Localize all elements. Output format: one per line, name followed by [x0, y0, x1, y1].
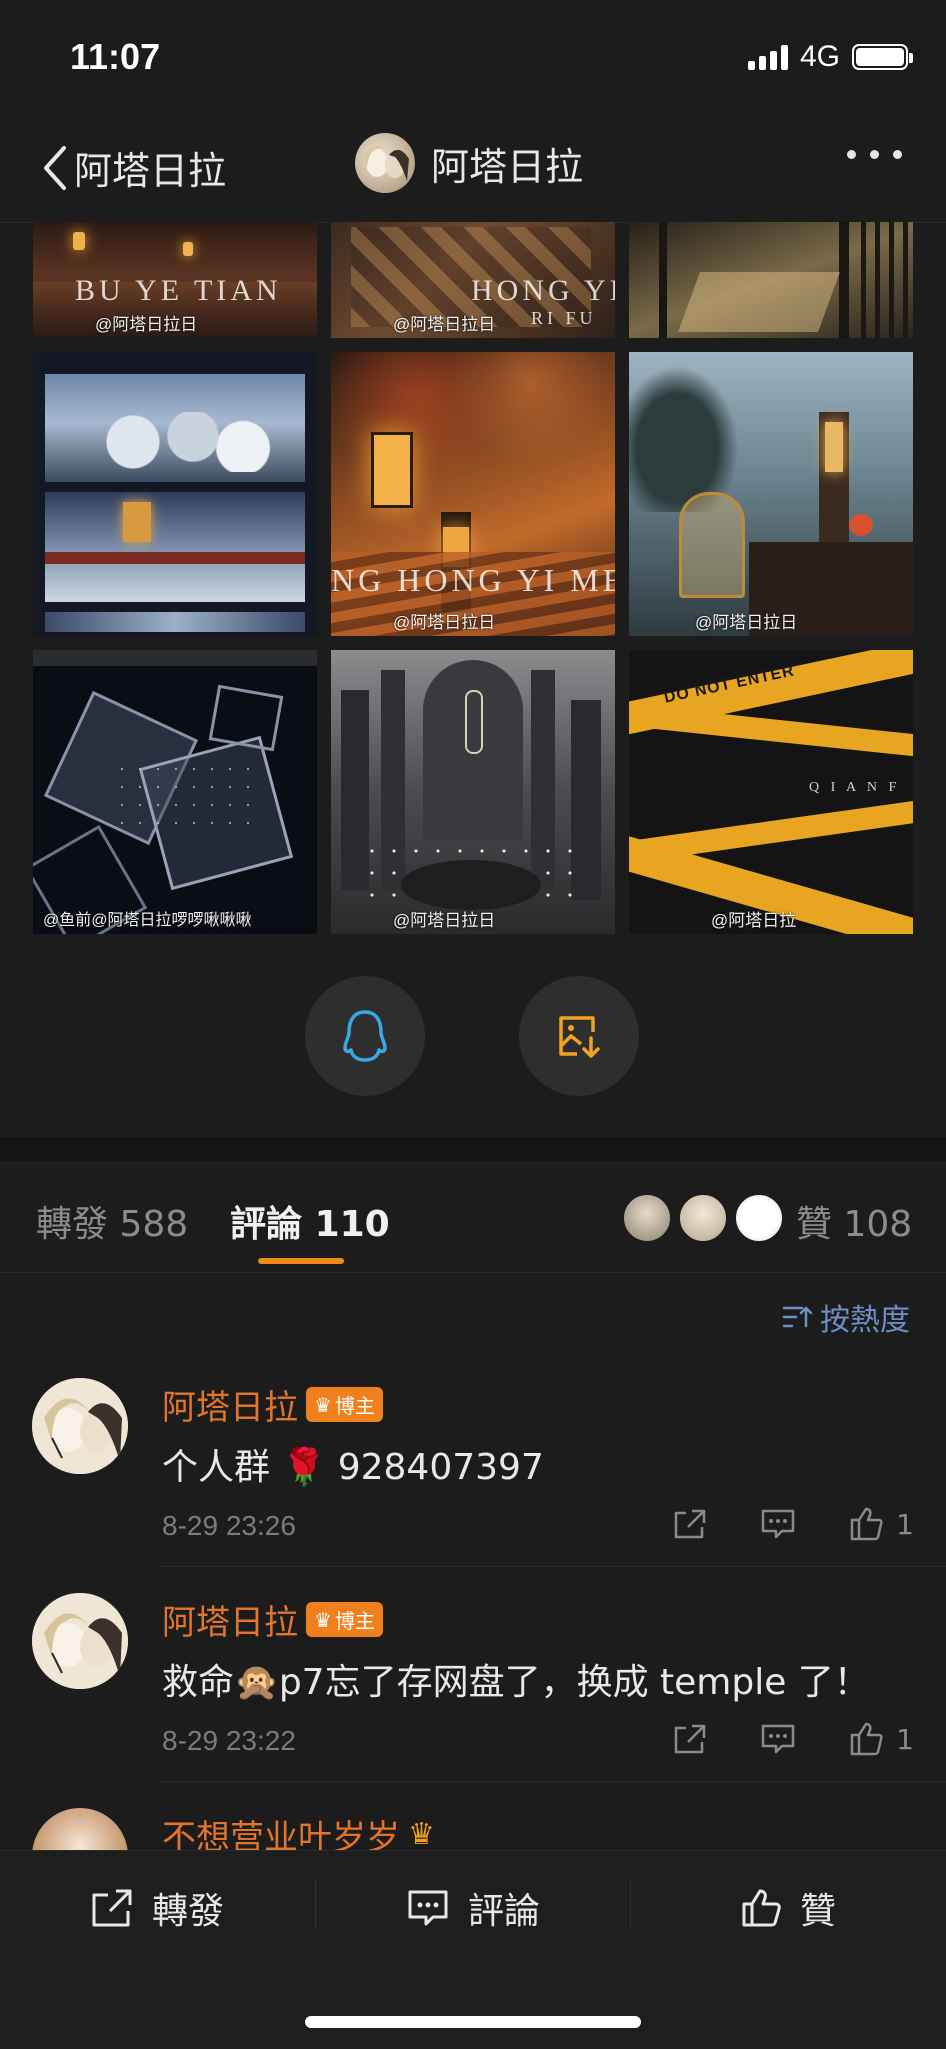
- comment-like-button[interactable]: 1: [848, 1721, 914, 1757]
- tab-label: 贊: [796, 1204, 833, 1245]
- save-image-button[interactable]: [519, 976, 639, 1096]
- owner-badge: ♛ 博主: [306, 1602, 383, 1637]
- crown-icon: ♛: [408, 1817, 435, 1852]
- repost-button[interactable]: 轉發: [90, 1882, 224, 1934]
- gallery-image-8[interactable]: @阿塔日拉日: [331, 650, 615, 934]
- comment-text: 救命🙊p7忘了存网盘了，换成 temple 了！: [162, 1662, 870, 1703]
- gallery-image-5[interactable]: NG HONG YI MEN @阿塔日拉日: [331, 352, 615, 636]
- comment-divider: [162, 1566, 946, 1567]
- gallery-image-3[interactable]: [629, 222, 913, 338]
- battery-icon: [852, 44, 913, 70]
- tabs-divider: [0, 1272, 946, 1273]
- like-count: 1: [896, 1507, 914, 1541]
- back-button[interactable]: 阿塔日拉: [40, 140, 226, 195]
- tab-count: 588: [119, 1204, 189, 1245]
- nav-profile[interactable]: 阿塔日拉: [355, 133, 583, 193]
- thumbs-up-icon: [742, 1889, 781, 1927]
- crown-icon: ♛: [314, 1392, 332, 1417]
- image-overlay-text-2: Q I A N F: [809, 780, 901, 795]
- separator: [630, 1880, 631, 1928]
- tab-comments[interactable]: 評論 110: [230, 1195, 390, 1247]
- status-indicators: 4G: [747, 40, 913, 74]
- more-icon[interactable]: [847, 150, 902, 159]
- thumbs-up-icon: [850, 1722, 883, 1756]
- gallery-image-7[interactable]: @鱼前@阿塔日拉啰啰啾啾啾: [33, 650, 317, 934]
- comment-like-button[interactable]: 1: [848, 1506, 914, 1542]
- tab-active-indicator: [258, 1258, 344, 1264]
- image-watermark: @阿塔日拉: [711, 911, 797, 930]
- tab-reposts[interactable]: 轉發 588: [36, 1195, 188, 1247]
- tab-count: 108: [843, 1204, 913, 1245]
- sort-label: 按熱度: [820, 1303, 910, 1338]
- thumbs-up-icon: [850, 1507, 883, 1541]
- image-watermark: @阿塔日拉日: [95, 315, 198, 334]
- avatar: [734, 1193, 784, 1243]
- gallery-image-1[interactable]: BU YE TIAN @阿塔日拉日: [33, 222, 317, 338]
- tab-likes[interactable]: 贊 108: [796, 1195, 912, 1247]
- badge-label: 博主: [334, 1609, 375, 1633]
- avatar: [678, 1193, 728, 1243]
- crown-icon: ♛: [314, 1607, 332, 1632]
- tab-count: 110: [314, 1204, 390, 1245]
- image-watermark: @阿塔日拉日: [393, 613, 496, 632]
- gallery-image-4[interactable]: [33, 352, 317, 636]
- gallery-image-9[interactable]: DO NOT ENTER Q I A N F @阿塔日拉: [629, 650, 913, 934]
- chevron-left-icon: [44, 145, 66, 190]
- share-icon[interactable]: [672, 1507, 708, 1541]
- signal-icon: [747, 44, 788, 70]
- save-image-icon: [559, 1016, 600, 1058]
- qq-icon: [343, 1010, 387, 1062]
- separator: [315, 1880, 316, 1928]
- like-label: 贊: [800, 1891, 837, 1932]
- avatar: [622, 1193, 672, 1243]
- comment-author[interactable]: 阿塔日拉 ♛ 博主: [162, 1595, 383, 1644]
- share-icon[interactable]: [672, 1722, 708, 1756]
- liker-avatars[interactable]: [622, 1193, 784, 1243]
- image-overlay-text: HONG YE: [471, 274, 615, 307]
- image-watermark: @阿塔日拉日: [393, 315, 496, 334]
- share-qq-button[interactable]: [305, 976, 425, 1096]
- comment-text: 个人群 🌹 928407397: [162, 1447, 544, 1488]
- back-label: 阿塔日拉: [74, 149, 227, 193]
- image-overlay-text: NG HONG YI MEN: [331, 562, 615, 598]
- status-time: 11:07: [70, 36, 161, 77]
- comment-actions: 1: [672, 1721, 914, 1757]
- author-name: 阿塔日拉: [162, 1388, 298, 1428]
- like-count: 1: [896, 1722, 914, 1756]
- reply-icon[interactable]: [760, 1507, 796, 1541]
- tab-label: 轉發: [36, 1204, 109, 1245]
- author-name: 阿塔日拉: [162, 1603, 298, 1643]
- avatar[interactable]: [32, 1378, 128, 1474]
- sort-button[interactable]: 按熱度: [782, 1295, 910, 1339]
- avatar[interactable]: [355, 133, 415, 193]
- image-watermark: @鱼前@阿塔日拉啰啰啾啾啾: [43, 912, 252, 929]
- comment-actions: 1: [672, 1506, 914, 1542]
- reply-icon[interactable]: [760, 1722, 796, 1756]
- network-label: 4G: [799, 40, 840, 73]
- comment-author[interactable]: 阿塔日拉 ♛ 博主: [162, 1380, 383, 1429]
- image-overlay-text-2: RI FU: [531, 308, 597, 328]
- tab-label: 評論: [230, 1204, 303, 1245]
- owner-badge: ♛ 博主: [306, 1387, 383, 1422]
- gallery-image-2[interactable]: HONG YE RI FU @阿塔日拉日: [331, 222, 615, 338]
- section-divider: [0, 1137, 946, 1161]
- repost-label: 轉發: [152, 1891, 225, 1932]
- comment-divider: [162, 1781, 946, 1782]
- comment-time: 8-29 23:26: [162, 1510, 296, 1541]
- image-overlay-text: BU YE TIAN: [75, 274, 282, 307]
- image-watermark: @阿塔日拉日: [695, 613, 798, 632]
- comment-button[interactable]: 評論: [406, 1882, 540, 1934]
- badge-label: 博主: [334, 1394, 375, 1418]
- comment-time: 8-29 23:22: [162, 1725, 296, 1756]
- gallery-image-6[interactable]: @阿塔日拉日: [629, 352, 913, 636]
- share-icon: [92, 1889, 132, 1927]
- avatar[interactable]: [32, 1593, 128, 1689]
- page-title: 阿塔日拉: [431, 144, 584, 189]
- comment-label: 評論: [468, 1891, 541, 1932]
- home-indicator[interactable]: [305, 2016, 641, 2028]
- sort-icon: [782, 1306, 812, 1328]
- like-button[interactable]: 贊: [740, 1882, 836, 1934]
- comment-icon: [408, 1890, 448, 1926]
- image-watermark: @阿塔日拉日: [393, 911, 496, 930]
